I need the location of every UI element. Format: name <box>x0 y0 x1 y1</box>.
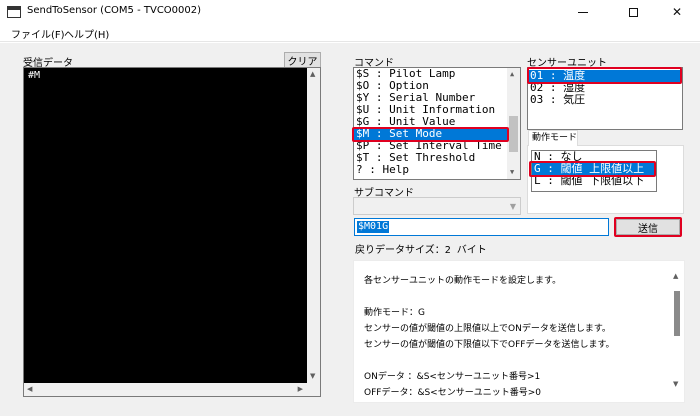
operation-mode-list[interactable]: N : なし G : 閾値 上限値以上 L : 閾値 下限値以下 <box>531 150 657 192</box>
operation-mode-item[interactable]: L : 閾値 下限値以下 <box>532 175 656 187</box>
description-line: ONデータ ：&S<センサーユニット番号>1 <box>364 372 541 382</box>
maximize-button[interactable] <box>610 0 656 24</box>
scroll-up-icon[interactable]: ▲ <box>510 71 514 78</box>
scroll-up-icon[interactable]: ▲ <box>310 71 315 78</box>
scroll-down-icon[interactable]: ▼ <box>310 373 315 380</box>
send-button[interactable]: 送信 <box>616 219 680 235</box>
subcommand-select: ▼ <box>353 197 521 215</box>
close-button[interactable]: ✕ <box>654 0 700 24</box>
scroll-left-icon[interactable]: ◀ <box>27 386 32 393</box>
close-icon: ✕ <box>671 5 683 19</box>
description-line: OFFデータ：&S<センサーユニット番号>0 <box>364 388 541 398</box>
console-horizontal-scrollbar[interactable]: ◀ ▶ <box>24 383 320 396</box>
clear-button[interactable]: クリア <box>284 52 321 68</box>
menu-bar: ファイル(F) ヘルプ(H) <box>0 24 700 42</box>
menu-help[interactable]: ヘルプ(H) <box>64 26 109 41</box>
command-item[interactable]: ? : Help <box>354 164 520 176</box>
description-panel[interactable]: 各センサーユニットの動作モードを設定します。 動作モード：G センサーの値が閾値… <box>353 260 685 403</box>
scroll-up-icon[interactable]: ▲ <box>673 273 678 280</box>
scroll-thumb[interactable] <box>674 291 680 336</box>
sensor-unit-item[interactable]: 03 : 気圧 <box>528 94 682 106</box>
receive-data-text: #M <box>28 70 41 81</box>
scroll-down-icon[interactable]: ▼ <box>673 381 678 388</box>
send-command-input[interactable]: $M01G <box>354 218 609 236</box>
chevron-down-icon: ▼ <box>509 202 516 211</box>
description-scrollbar[interactable]: ▲ ▼ <box>670 261 684 402</box>
send-command-value: $M01G <box>357 221 390 233</box>
description-line: 動作モード：G <box>364 308 425 318</box>
maximize-icon <box>628 7 638 17</box>
tab-operation-mode[interactable]: 動作モード <box>528 130 578 146</box>
description-line: センサーの値が閾値の上限値以上でONデータを送信します。 <box>364 324 611 334</box>
scroll-down-icon[interactable]: ▼ <box>510 169 514 176</box>
window-title: SendToSensor (COM5 - TVCO0002) <box>27 5 202 16</box>
console-vertical-scrollbar[interactable]: ▲ ▼ <box>307 68 320 396</box>
scroll-right-icon[interactable]: ▶ <box>298 386 303 393</box>
title-bar: SendToSensor (COM5 - TVCO0002) ✕ <box>0 0 700 24</box>
app-window-icon <box>7 6 21 18</box>
description-line: センサーの値が閾値の下限値以下でOFFデータを送信します。 <box>364 340 615 350</box>
minimize-button[interactable] <box>560 0 606 24</box>
command-list[interactable]: $S : Pilot Lamp $O : Option $Y : Serial … <box>353 67 521 180</box>
menu-file[interactable]: ファイル(F) <box>11 26 65 41</box>
scroll-thumb[interactable] <box>509 116 518 152</box>
command-list-scrollbar[interactable]: ▲ ▼ <box>507 68 520 179</box>
return-data-size: 戻りデータサイズ：2 バイト <box>355 245 487 256</box>
description-line: 各センサーユニットの動作モードを設定します。 <box>364 276 562 286</box>
receive-data-console[interactable]: #M ▲ ▼ ◀ ▶ <box>23 67 321 397</box>
minimize-icon <box>578 11 588 13</box>
sensor-unit-list[interactable]: 01 : 温度 02 : 湿度 03 : 気圧 <box>527 67 683 130</box>
